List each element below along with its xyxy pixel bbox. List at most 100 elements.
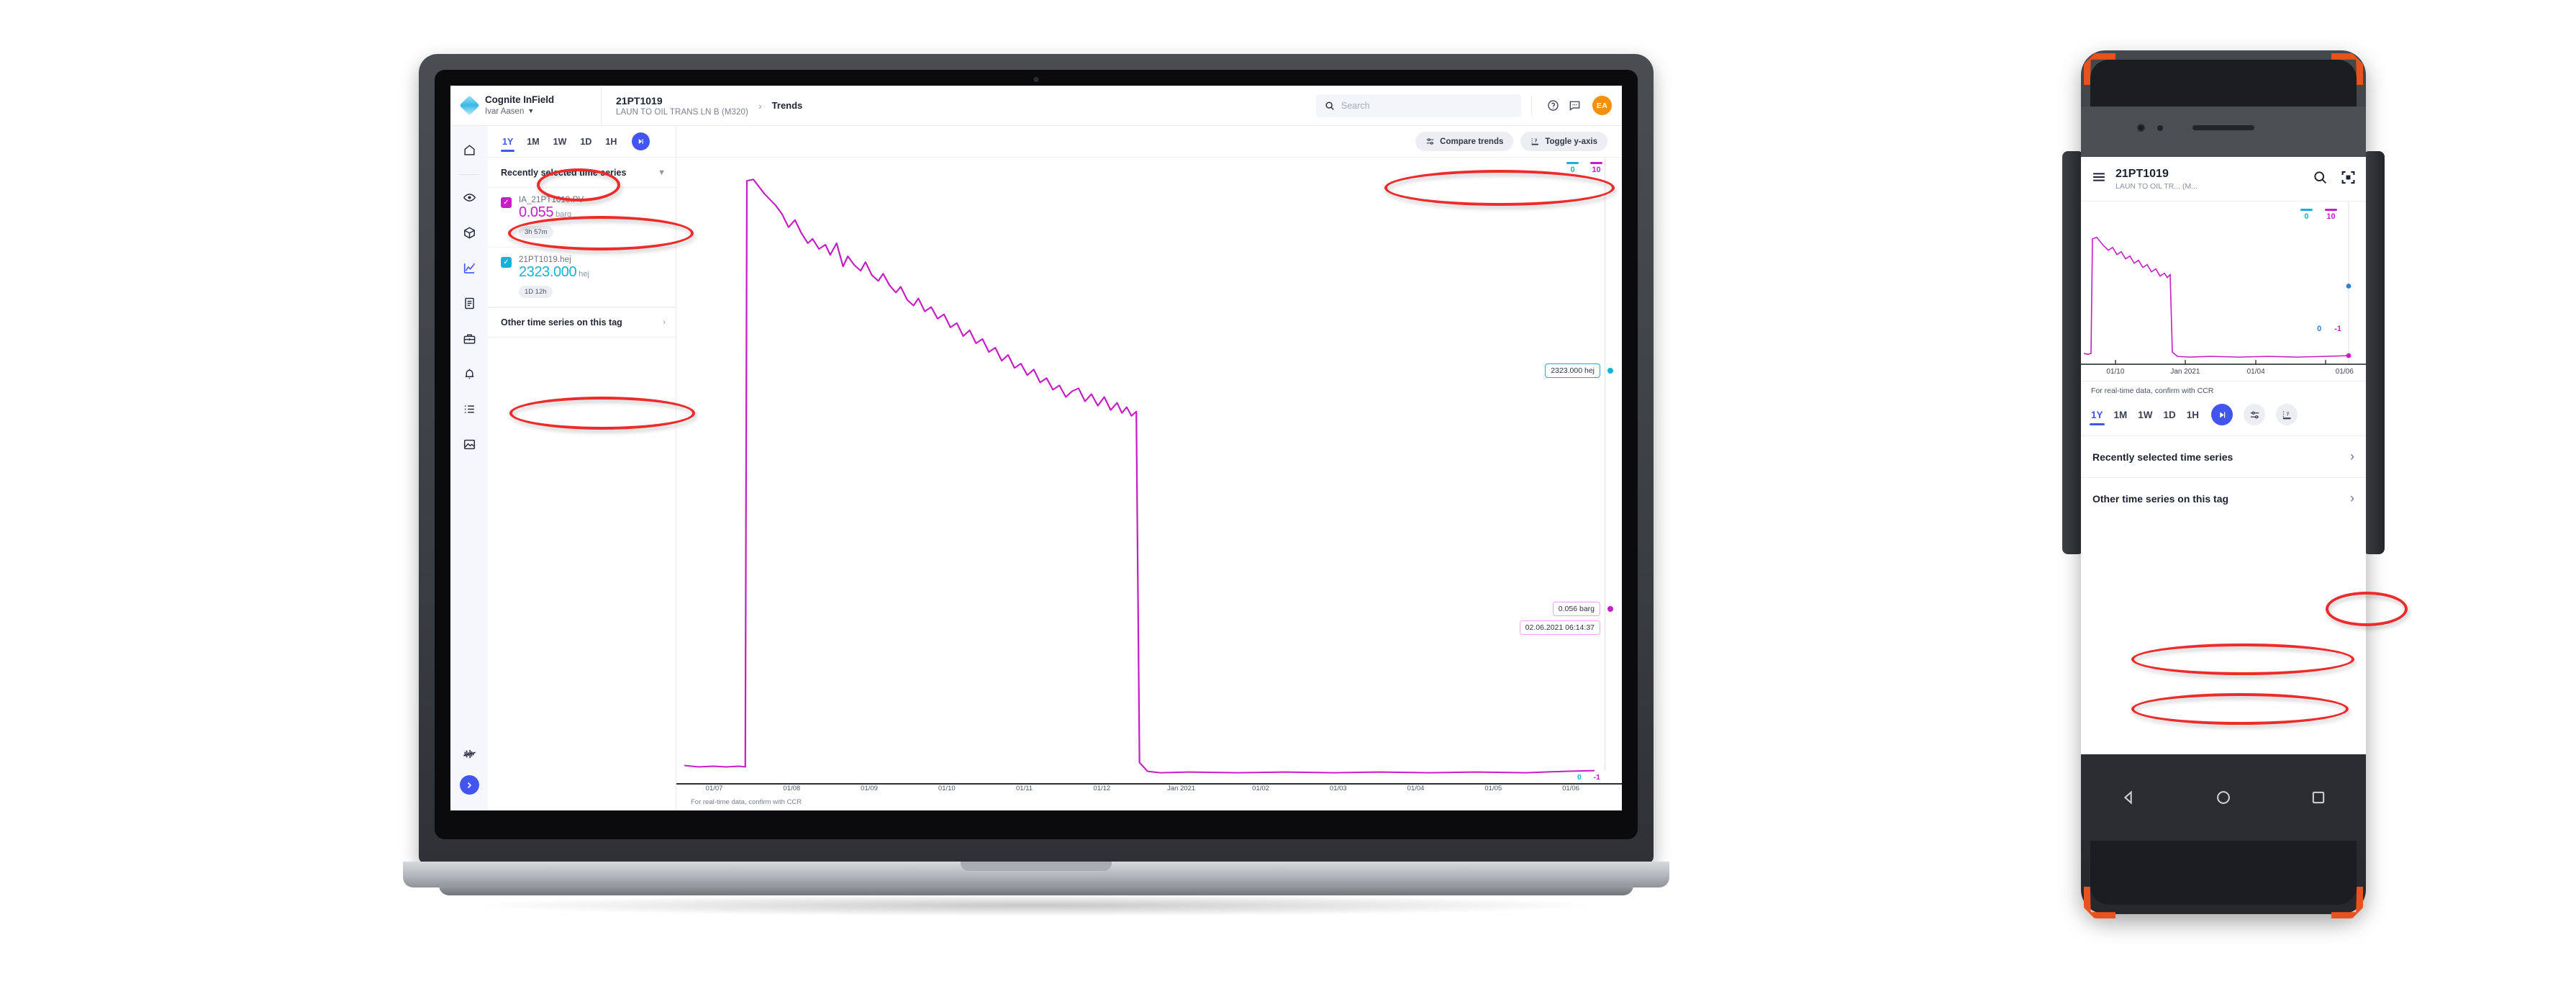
sliders-icon <box>1426 138 1434 145</box>
brand-block[interactable]: Cognite InField Ivar Aasen ▼ <box>450 86 602 125</box>
range-1y[interactable]: 1Y <box>500 137 515 152</box>
phone-toggle-y-axis-button[interactable]: y <box>2276 404 2298 425</box>
recents-icon[interactable] <box>2302 785 2335 810</box>
callout-hej-text: 2323.000 hej <box>1551 366 1595 375</box>
y-axis-icon: y <box>2282 410 2291 419</box>
x-tick: Jan 2021 <box>2170 368 2200 376</box>
hamburger-icon[interactable] <box>2091 169 2107 189</box>
other-timeseries-header[interactable]: Other time series on this tag › <box>488 307 676 338</box>
phone-series-point-hej <box>2346 284 2351 289</box>
breadcrumb: 21PT1019 LAUN TO OIL TRANS LN B (M320) ›… <box>602 86 1316 125</box>
phone-title: 21PT1019 <box>2115 168 2169 181</box>
list-item[interactable]: ✓ IA_21PT1019.PV 0.055 barg 3h 57m <box>488 188 676 248</box>
help-circle-icon[interactable] <box>1542 95 1564 117</box>
phone-top-strip <box>2081 107 2366 157</box>
series-unit: barg <box>555 210 572 219</box>
chevron-right-icon: › <box>758 99 762 112</box>
series-line-pv <box>684 179 1595 774</box>
toggle-y-axis-label: Toggle y-axis <box>1545 137 1597 146</box>
back-icon[interactable] <box>2112 785 2145 810</box>
rail-expand-button[interactable] <box>459 775 479 795</box>
chevron-right-icon[interactable]: › <box>663 318 666 327</box>
phone-row-other-timeseries[interactable]: Other time series on this tag › <box>2081 477 2366 519</box>
phone-skip-to-now-icon[interactable] <box>2211 404 2233 425</box>
eye-icon[interactable] <box>455 184 483 211</box>
bottom-axis-values: 0 -1 <box>1577 773 1600 782</box>
toggle-y-axis-button[interactable]: y Toggle y-axis <box>1520 132 1607 151</box>
series-value: 2323.000 <box>519 264 577 280</box>
breadcrumb-current[interactable]: Trends <box>772 100 803 111</box>
phone-range-1h[interactable]: 1H <box>2187 410 2199 420</box>
toolbox-icon[interactable] <box>455 325 483 352</box>
account-name: Ivar Aasen <box>485 107 525 116</box>
phone-header: 21PT1019 LAUN TO OIL TR... (M... <box>2081 157 2366 202</box>
callout-hej: 2323.000 hej <box>1545 363 1600 378</box>
document-icon[interactable] <box>455 289 483 317</box>
phone-compare-trends-button[interactable] <box>2244 404 2266 425</box>
phone-range-1y[interactable]: 1Y <box>2090 410 2104 425</box>
app-header: Cognite InField Ivar Aasen ▼ 21PT1019 LA… <box>450 86 1622 126</box>
phone-subtitle: LAUN TO OIL TR... (M... <box>2115 181 2198 191</box>
series-age-chip: 3h 57m <box>519 226 553 238</box>
scan-icon[interactable] <box>2341 170 2356 189</box>
other-timeseries-label: Other time series on this tag <box>501 317 622 327</box>
series-name: IA_21PT1019.PV <box>519 196 584 204</box>
phone-speaker <box>2192 125 2254 130</box>
phone-screen: 21PT1019 LAUN TO OIL TR... (M... 0 10 0 … <box>2081 157 2366 754</box>
chart-toolbar: Compare trends y Toggle y-axis <box>676 126 1622 158</box>
recently-selected-header[interactable]: Recently selected time series ▼ <box>488 158 676 188</box>
range-1d[interactable]: 1D <box>580 137 591 147</box>
trend-chart-icon[interactable] <box>455 254 483 281</box>
x-tick: 01/06 <box>1562 785 1579 792</box>
phone-range-1d[interactable]: 1D <box>2164 410 2176 420</box>
waveform-icon[interactable] <box>455 740 483 767</box>
range-1m[interactable]: 1M <box>527 137 539 147</box>
callout-pv: 0.056 barg <box>1552 602 1600 616</box>
phone-navbar <box>2081 754 2366 841</box>
series-endpoint-pv <box>1607 606 1613 612</box>
list-icon[interactable] <box>455 395 483 423</box>
chart-svg <box>684 179 1595 774</box>
cognite-logo <box>459 95 480 116</box>
x-tick: 01/03 <box>1329 785 1347 792</box>
cube-icon[interactable] <box>455 219 483 246</box>
list-item[interactable]: ✓ 21PT1019.hej 2323.000 hej 1D 12h <box>488 248 676 307</box>
x-tick: Jan 2021 <box>1167 785 1196 792</box>
phone-axis-value-pv: -1 <box>2334 325 2341 333</box>
chevron-right-icon[interactable]: › <box>2350 449 2354 464</box>
chevron-right-icon[interactable]: › <box>2350 491 2354 506</box>
search-icon <box>1325 101 1334 110</box>
avatar[interactable]: EA <box>1592 96 1612 115</box>
app-name: Cognite InField <box>485 94 554 105</box>
search-input[interactable]: Search <box>1316 94 1521 117</box>
desktop-screen: Cognite InField Ivar Aasen ▼ 21PT1019 LA… <box>450 86 1622 810</box>
laptop-lid: Cognite InField Ivar Aasen ▼ 21PT1019 LA… <box>419 54 1654 864</box>
chart-plot[interactable]: 0 10 2323.000 hej 0.056 barg 02.06.2021 … <box>676 158 1622 810</box>
rail-divider <box>458 174 480 175</box>
x-tick: 01/05 <box>1484 785 1502 792</box>
bell-icon[interactable] <box>455 360 483 387</box>
laptop-foot <box>439 885 1633 895</box>
home-icon[interactable] <box>455 136 483 163</box>
range-1h[interactable]: 1H <box>605 137 617 147</box>
series-checkbox[interactable]: ✓ <box>501 197 512 208</box>
home-icon[interactable] <box>2207 785 2240 810</box>
chat-icon[interactable] <box>1564 95 1585 117</box>
series-age-chip: 1D 12h <box>519 286 553 298</box>
phone-range-1m[interactable]: 1M <box>2114 410 2128 420</box>
breadcrumb-tag[interactable]: 21PT1019 <box>616 94 748 107</box>
series-checkbox[interactable]: ✓ <box>501 257 512 268</box>
breadcrumb-tag-description: LAUN TO OIL TRANS LN B (M320) <box>616 107 748 117</box>
chevron-down-icon[interactable]: ▼ <box>527 107 534 115</box>
phone-range-1w[interactable]: 1W <box>2138 410 2152 420</box>
phone-row-recently-selected[interactable]: Recently selected time series › <box>2081 435 2366 477</box>
webcam-icon <box>1033 77 1039 82</box>
phone-chart[interactable]: 0 10 0 -1 01/10 Jan 2021 01/04 01/06 <box>2081 202 2366 381</box>
compare-trends-label: Compare trends <box>1440 137 1504 146</box>
image-icon[interactable] <box>455 430 483 458</box>
range-1w[interactable]: 1W <box>553 137 567 147</box>
compare-trends-button[interactable]: Compare trends <box>1415 132 1514 151</box>
skip-to-now-icon[interactable] <box>632 132 650 150</box>
chevron-down-icon[interactable]: ▼ <box>658 168 666 177</box>
search-icon[interactable] <box>2313 170 2328 189</box>
